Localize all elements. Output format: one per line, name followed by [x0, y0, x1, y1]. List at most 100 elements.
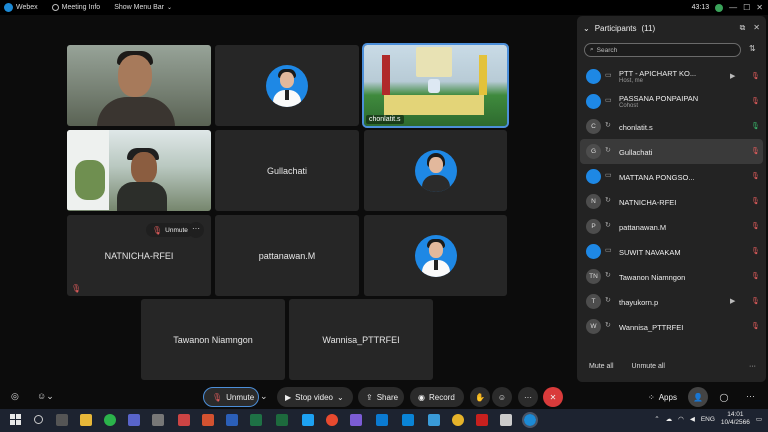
participant-name: MATTANA PONGSO... — [619, 173, 695, 182]
participant-row[interactable]: N ↻ NATNICHA-RFEI 🎙 — [577, 189, 766, 214]
search-input[interactable]: ⌕ Search — [584, 43, 741, 57]
mic-muted-icon[interactable]: 🎙 — [751, 322, 760, 330]
meeting-info-button[interactable]: Meeting Info — [51, 4, 100, 11]
app-icon[interactable] — [178, 414, 190, 426]
powerpoint-icon[interactable] — [202, 414, 214, 426]
file-explorer-icon[interactable] — [80, 414, 92, 426]
app-icon[interactable] — [452, 414, 464, 426]
reactions-icon[interactable]: ☺⌄ — [37, 391, 54, 402]
participants-panel: ⌄ Participants (11) ⧉ ✕ ⌕ Search ⇅ ▭ PTT… — [577, 16, 766, 382]
app-icon[interactable] — [350, 414, 362, 426]
minimize-button[interactable]: — — [729, 3, 737, 12]
raise-hand-button[interactable]: ✋ — [470, 387, 490, 407]
mic-muted-icon[interactable]: 🎙 — [751, 247, 760, 255]
app-menu[interactable]: Webex — [0, 3, 38, 12]
participant-row[interactable]: T ↻ thayukorn.p ▶ 🎙 — [577, 289, 766, 314]
app-icon[interactable] — [500, 414, 512, 426]
video-device-icon: ▭ — [605, 247, 612, 254]
mute-all-button[interactable]: Mute all — [589, 363, 614, 370]
video-tile-avatar-1[interactable] — [215, 45, 359, 126]
leave-meeting-button[interactable]: ✕ — [543, 387, 563, 407]
stop-video-button[interactable]: ▶ Stop video ⌄ — [277, 387, 353, 407]
video-tile-natnicha[interactable]: 🎙 Unmute ··· NATNICHA-RFEI 🎙 — [67, 215, 211, 296]
participant-row[interactable]: G ↻ Gullachati 🎙 — [580, 139, 763, 164]
speaker-icon[interactable]: ◀ — [690, 415, 695, 423]
notifications-icon[interactable]: ▭ — [756, 415, 762, 423]
participant-row[interactable]: TN ↻ Tawanon Niamngon 🎙 — [577, 264, 766, 289]
video-tile-tawanon[interactable]: Tawanon Niamngon — [141, 299, 285, 380]
mic-muted-icon[interactable]: 🎙 — [751, 272, 760, 280]
reactions-button[interactable]: ☺ — [492, 387, 512, 407]
record-button[interactable]: ◉ Record — [410, 387, 464, 407]
participant-row[interactable]: W ↻ Wannisa_PTTRFEI 🎙 — [577, 314, 766, 339]
mic-muted-icon[interactable]: 🎙 — [751, 72, 760, 80]
chat-button[interactable]: ◯ — [714, 387, 734, 407]
layout-icon[interactable]: ◎ — [11, 391, 19, 402]
chrome-icon[interactable] — [326, 414, 338, 426]
cloud-icon[interactable]: ☁ — [666, 415, 673, 423]
mic-muted-icon[interactable]: 🎙 — [751, 297, 760, 305]
camera-icon[interactable]: ▶ — [730, 297, 735, 305]
video-tile-avatar-3[interactable] — [364, 215, 507, 296]
sort-icon[interactable]: ⇅ — [749, 44, 756, 53]
share-button[interactable]: ⇪ Share — [358, 387, 404, 407]
participants-toggle-button[interactable]: 👤 — [688, 387, 708, 407]
tile-more-button[interactable]: ··· — [188, 222, 204, 238]
participant-row[interactable]: P ↻ pattanawan.M 🎙 — [577, 214, 766, 239]
participants-header[interactable]: ⌄ Participants (11) — [583, 24, 655, 33]
participant-row[interactable]: ▭ SUWIT NAVAKAM 🎙 — [577, 239, 766, 264]
excel-icon[interactable] — [250, 414, 262, 426]
security-shield-icon[interactable] — [715, 3, 724, 12]
task-view-icon[interactable] — [56, 414, 68, 426]
video-tile-chonlatit[interactable]: chonlatit.s — [362, 43, 509, 128]
excel-icon[interactable] — [276, 414, 288, 426]
mic-muted-icon[interactable]: 🎙 — [751, 222, 760, 230]
app-icon[interactable] — [402, 414, 414, 426]
chevron-up-icon[interactable]: ⌃ — [654, 415, 659, 423]
participant-row[interactable]: ▭ PTT - APICHART KO... Host, me ▶ 🎙 — [577, 64, 766, 89]
webex-taskbar-icon[interactable] — [522, 412, 538, 428]
tile-unmute-button[interactable]: 🎙 Unmute — [146, 223, 194, 237]
show-menu-bar-button[interactable]: Show Menu Bar ⌄ — [114, 4, 172, 11]
video-tile-avatar-2[interactable] — [364, 130, 507, 211]
app-icon[interactable] — [376, 414, 388, 426]
more-icon[interactable]: ··· — [746, 391, 755, 401]
app-icon[interactable] — [428, 414, 440, 426]
apps-button[interactable]: ⁘ Apps — [640, 387, 684, 407]
mic-muted-icon[interactable]: 🎙 — [751, 172, 760, 180]
windows-start-icon[interactable] — [10, 414, 22, 426]
mic-muted-icon[interactable]: 🎙 — [751, 97, 760, 105]
teams-icon[interactable] — [128, 414, 140, 426]
mic-active-icon[interactable]: 🎙 — [751, 122, 760, 130]
unmute-all-button[interactable]: Unmute all — [632, 363, 665, 370]
line-app-icon[interactable] — [104, 414, 116, 426]
video-tile-camera-2[interactable] — [67, 130, 211, 211]
close-window-button[interactable]: ✕ — [756, 3, 763, 12]
close-panel-icon[interactable]: ✕ — [753, 23, 760, 33]
participant-row[interactable]: C ↻ chonlatit.s 🎙 — [577, 114, 766, 139]
more-options-button[interactable]: ··· — [518, 387, 538, 407]
video-tile-pattanawan[interactable]: pattanawan.M — [215, 215, 359, 296]
unmute-button[interactable]: 🎙 Unmute — [203, 387, 259, 407]
clock[interactable]: 14:01 10/4/2566 — [721, 411, 750, 427]
search-icon[interactable] — [34, 415, 43, 424]
video-tile-wannisa[interactable]: Wannisa_PTTRFEI — [289, 299, 433, 380]
language-indicator[interactable]: ENG — [701, 416, 715, 423]
maximize-button[interactable]: ☐ — [743, 3, 750, 12]
app-icon[interactable] — [302, 414, 314, 426]
wifi-icon[interactable]: ◠ — [678, 415, 684, 423]
word-icon[interactable] — [226, 414, 238, 426]
camera-icon[interactable]: ▶ — [730, 72, 735, 80]
mic-muted-icon[interactable]: 🎙 — [751, 147, 760, 155]
mic-muted-icon[interactable]: 🎙 — [751, 197, 760, 205]
video-tile-gullachati[interactable]: Gullachati — [215, 130, 359, 211]
panel-more-button[interactable]: ··· — [749, 363, 756, 370]
app-icon[interactable] — [152, 414, 164, 426]
popout-icon[interactable]: ⧉ — [740, 23, 746, 33]
audio-options-chevron-icon[interactable]: ⌄ — [260, 391, 268, 402]
video-tile-camera-1[interactable] — [67, 45, 211, 126]
avatar: G — [586, 144, 601, 159]
participant-row[interactable]: ▭ MATTANA PONGSO... 🎙 — [577, 164, 766, 189]
acrobat-icon[interactable] — [476, 414, 488, 426]
participant-row[interactable]: ▭ PASSANA PONPAIPAN Cohost 🎙 — [577, 89, 766, 114]
